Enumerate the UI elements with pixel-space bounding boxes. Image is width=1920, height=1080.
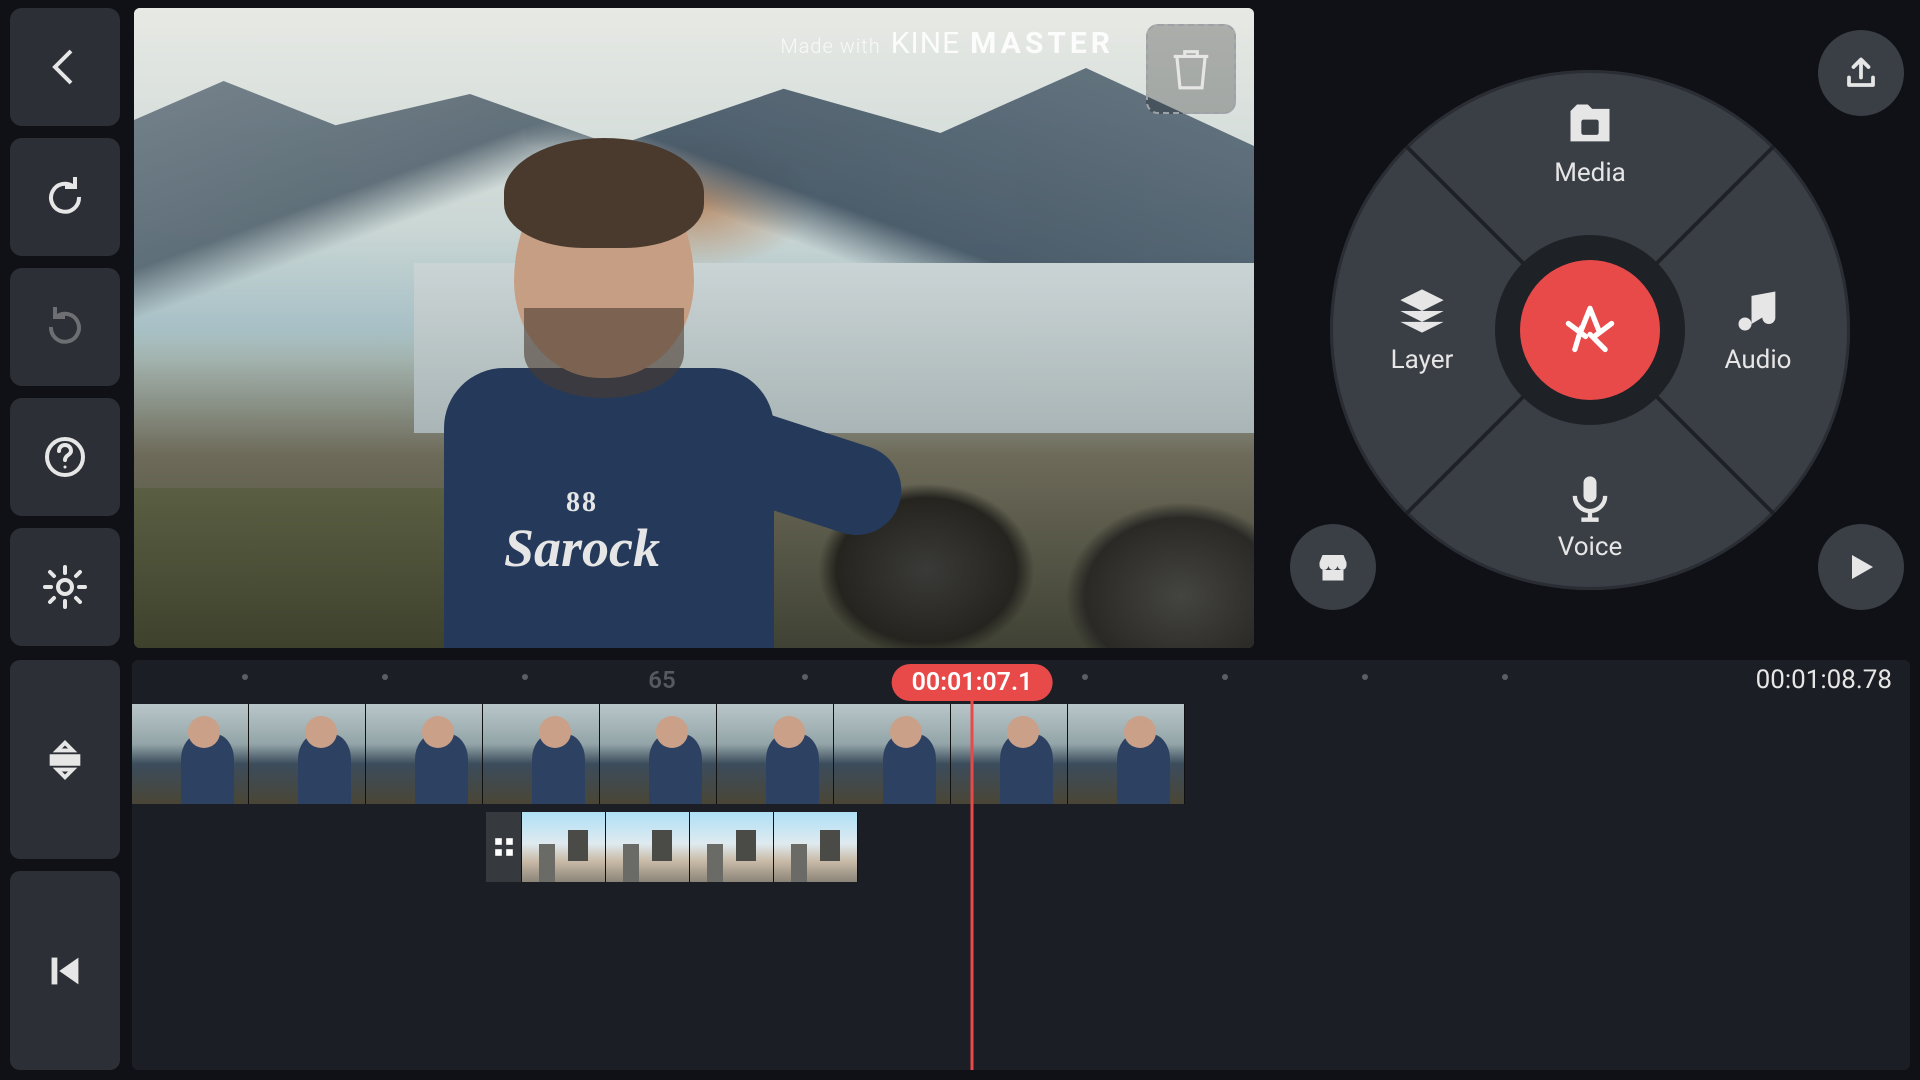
wheel-layer-label: Layer	[1391, 345, 1454, 375]
action-wheel-panel: Media Layer Audio Voice	[1270, 10, 1910, 650]
wheel-voice[interactable]: Voice	[1520, 472, 1660, 562]
shirt-number: 88	[504, 488, 660, 519]
microphone-icon	[1564, 472, 1616, 524]
timeline-clip[interactable]	[1068, 704, 1185, 804]
left-sidebar	[10, 8, 120, 646]
video-preview[interactable]: 88 Sarock Made with KINE MASTER	[134, 8, 1254, 648]
timeline[interactable]: 65 00:01:08.78 00:01:07.1	[132, 660, 1910, 1070]
timeline-clip[interactable]	[483, 704, 600, 804]
back-button[interactable]	[10, 8, 120, 126]
overlay-clip[interactable]	[522, 812, 606, 882]
help-icon	[41, 433, 89, 481]
chevron-left-icon	[41, 43, 89, 91]
watermark-prefix: Made with	[780, 34, 880, 58]
skip-start-icon	[42, 948, 88, 994]
help-button[interactable]	[10, 398, 120, 516]
ruler-tick	[382, 674, 388, 680]
shirt-word: Sarock	[504, 519, 660, 578]
timeline-panel: 65 00:01:08.78 00:01:07.1	[10, 660, 1910, 1070]
timeline-clip[interactable]	[366, 704, 483, 804]
person-graphic: 88 Sarock	[384, 128, 814, 648]
aperture-icon	[1564, 304, 1616, 356]
watermark-brand-b: MASTER	[970, 26, 1114, 61]
ruler-tick	[1082, 674, 1088, 680]
overlay-clip[interactable]	[774, 812, 858, 882]
export-button[interactable]	[1818, 30, 1904, 116]
undo-icon	[41, 173, 89, 221]
wheel-media[interactable]: Media	[1520, 98, 1660, 188]
timeline-clip[interactable]	[249, 704, 366, 804]
expand-tracks-icon	[42, 737, 88, 783]
timeline-expand-button[interactable]	[10, 660, 120, 859]
ruler-label: 65	[648, 666, 675, 694]
redo-icon	[41, 303, 89, 351]
settings-button[interactable]	[10, 528, 120, 646]
ruler-tick	[1222, 674, 1228, 680]
overlay-clip[interactable]	[690, 812, 774, 882]
grid-icon	[493, 836, 515, 858]
store-button[interactable]	[1290, 524, 1376, 610]
redo-button[interactable]	[10, 268, 120, 386]
timeline-clip[interactable]	[132, 704, 249, 804]
overlay-track[interactable]	[486, 812, 858, 882]
timeline-ruler[interactable]: 65 00:01:08.78 00:01:07.1	[132, 660, 1910, 700]
timeline-left-controls	[10, 660, 120, 1070]
media-folder-icon	[1564, 98, 1616, 150]
watermark: Made with KINE MASTER	[780, 26, 1114, 61]
timeline-clip[interactable]	[717, 704, 834, 804]
record-capture-button[interactable]	[1520, 260, 1660, 400]
wheel-layer[interactable]: Layer	[1352, 285, 1492, 375]
music-note-icon	[1732, 285, 1784, 337]
store-icon	[1315, 549, 1351, 585]
main-video-track[interactable]	[132, 704, 1185, 804]
wheel-media-label: Media	[1554, 158, 1626, 188]
watermark-brand-a: KINE	[891, 26, 960, 61]
overlay-clip[interactable]	[606, 812, 690, 882]
action-wheel: Media Layer Audio Voice	[1330, 70, 1850, 590]
wheel-audio[interactable]: Audio	[1688, 285, 1828, 375]
timeline-clip[interactable]	[951, 704, 1068, 804]
wheel-audio-label: Audio	[1725, 345, 1792, 375]
play-icon	[1843, 549, 1879, 585]
export-icon	[1843, 55, 1879, 91]
ruler-tick	[242, 674, 248, 680]
total-duration: 00:01:08.78	[1756, 665, 1892, 695]
undo-button[interactable]	[10, 138, 120, 256]
timeline-clip[interactable]	[834, 704, 951, 804]
playhead[interactable]	[971, 698, 974, 1070]
trash-dropzone[interactable]	[1146, 24, 1236, 114]
go-to-start-button[interactable]	[10, 871, 120, 1070]
play-button[interactable]	[1818, 524, 1904, 610]
timeline-clip[interactable]	[600, 704, 717, 804]
gear-icon	[41, 563, 89, 611]
overlay-clip-handle[interactable]	[486, 812, 522, 882]
playhead-time[interactable]: 00:01:07.1	[892, 664, 1053, 701]
layers-icon	[1396, 285, 1448, 337]
ruler-tick	[1502, 674, 1508, 680]
ruler-tick	[522, 674, 528, 680]
ruler-tick	[802, 674, 808, 680]
trash-icon	[1172, 47, 1210, 91]
ruler-tick	[1362, 674, 1368, 680]
wheel-voice-label: Voice	[1558, 532, 1623, 562]
